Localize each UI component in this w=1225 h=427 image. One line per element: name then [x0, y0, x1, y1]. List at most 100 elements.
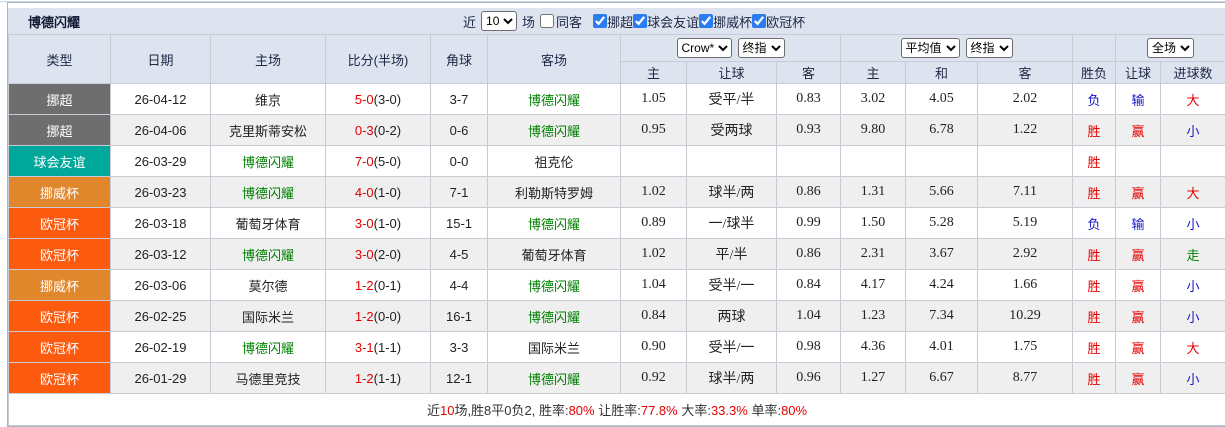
- titlebar: 博德闪耀 近 10 场 同客 挪超球会友谊挪威杯欧冠杯: [8, 8, 1225, 34]
- result-outcome: 胜: [1073, 363, 1116, 394]
- odds-home: 0.89: [621, 208, 687, 239]
- result-handicap-text: 赢: [1132, 279, 1145, 294]
- match-score: 3-0(2-0): [326, 239, 431, 270]
- result-handicap-text: 赢: [1132, 341, 1145, 356]
- away-team[interactable]: 国际米兰: [488, 332, 621, 363]
- match-score: 1-2(0-1): [326, 270, 431, 301]
- home-team[interactable]: 国际米兰: [211, 301, 326, 332]
- result-outcome-text: 负: [1088, 93, 1101, 108]
- away-team[interactable]: 博德闪耀: [488, 363, 621, 394]
- home-team[interactable]: 克里斯蒂安松: [211, 115, 326, 146]
- half-time-score: (1-0): [374, 185, 401, 200]
- avg-home: 1.50: [841, 208, 906, 239]
- match-row: 球会友谊26-03-29博德闪耀7-0(5-0)0-0祖克伦胜: [9, 146, 1225, 177]
- odds-handicap: 两球: [687, 301, 777, 332]
- corner-score: 16-1: [431, 301, 488, 332]
- result-goals: 大: [1161, 177, 1225, 208]
- match-row: 欧冠杯26-01-29马德里竞技1-2(1-1)12-1博德闪耀0.92球半/两…: [9, 363, 1225, 394]
- col-header-avg-home: 主: [841, 62, 906, 84]
- home-team[interactable]: 博德闪耀: [211, 239, 326, 270]
- match-date: 26-03-23: [111, 177, 211, 208]
- result-goals: 走: [1161, 239, 1225, 270]
- avg-away: 10.29: [978, 301, 1073, 332]
- avg-home: [841, 146, 906, 177]
- summary-segment: 近: [427, 403, 440, 418]
- away-team[interactable]: 葡萄牙体育: [488, 239, 621, 270]
- odds-selects-cell: Crow* 终指: [621, 35, 841, 62]
- half-time-score: (0-0): [374, 309, 401, 324]
- result-goals: 小: [1161, 270, 1225, 301]
- home-team[interactable]: 博德闪耀: [211, 332, 326, 363]
- away-team-name: 博德闪耀: [528, 372, 580, 387]
- league-filter-checkbox[interactable]: [633, 14, 647, 28]
- league-filter[interactable]: 欧冠杯: [752, 12, 805, 31]
- avg-source-select[interactable]: 平均值: [901, 38, 960, 58]
- avg-draw: 5.66: [906, 177, 978, 208]
- match-date: 26-04-12: [111, 84, 211, 115]
- result-outcome-text: 胜: [1088, 248, 1101, 263]
- same-away-checkbox[interactable]: [540, 14, 554, 28]
- odds-home: 1.02: [621, 239, 687, 270]
- away-team[interactable]: 祖克伦: [488, 146, 621, 177]
- half-time-score: (1-0): [374, 216, 401, 231]
- league-filter[interactable]: 挪威杯: [699, 12, 752, 31]
- result-goals: [1161, 146, 1225, 177]
- half-time-score: (1-1): [374, 371, 401, 386]
- recent-count-select[interactable]: 10: [481, 11, 517, 31]
- home-team[interactable]: 博德闪耀: [211, 177, 326, 208]
- result-handicap-text: 赢: [1132, 186, 1145, 201]
- home-team-name: 莫尔德: [248, 279, 287, 294]
- home-team-name: 博德闪耀: [242, 248, 294, 263]
- col-header-odds-handicap: 让球: [687, 62, 777, 84]
- avg-time-select[interactable]: 终指: [966, 38, 1013, 58]
- home-team[interactable]: 博德闪耀: [211, 146, 326, 177]
- same-away-toggle[interactable]: 同客: [540, 12, 582, 31]
- match-date: 26-03-06: [111, 270, 211, 301]
- league-badge: 挪超: [9, 84, 111, 115]
- result-outcome-text: 胜: [1088, 279, 1101, 294]
- home-team[interactable]: 莫尔德: [211, 270, 326, 301]
- home-team-name: 马德里竞技: [235, 372, 300, 387]
- odds-handicap: 受平/半: [687, 84, 777, 115]
- home-team[interactable]: 葡萄牙体育: [211, 208, 326, 239]
- home-team-name: 克里斯蒂安松: [229, 124, 307, 139]
- result-outcome: 负: [1073, 84, 1116, 115]
- corner-score: 4-4: [431, 270, 488, 301]
- league-filter-checkbox[interactable]: [699, 14, 713, 28]
- odds-away: 0.96: [777, 363, 841, 394]
- league-filter-label: 挪威杯: [713, 12, 752, 31]
- away-team[interactable]: 博德闪耀: [488, 115, 621, 146]
- home-team-name: 博德闪耀: [242, 186, 294, 201]
- away-team[interactable]: 博德闪耀: [488, 301, 621, 332]
- match-row: 挪威杯26-03-23博德闪耀4-0(1-0)7-1利勒斯特罗姆1.02球半/两…: [9, 177, 1225, 208]
- odds-away: 0.93: [777, 115, 841, 146]
- league-filter-checkbox[interactable]: [752, 14, 766, 28]
- league-filter[interactable]: 挪超: [593, 12, 633, 31]
- odds-away: 0.83: [777, 84, 841, 115]
- result-goals-text: 小: [1187, 372, 1200, 387]
- same-away-label: 同客: [556, 12, 582, 31]
- away-team[interactable]: 博德闪耀: [488, 208, 621, 239]
- league-filter[interactable]: 球会友谊: [633, 12, 699, 31]
- away-team[interactable]: 利勒斯特罗姆: [488, 177, 621, 208]
- avg-draw: 4.24: [906, 270, 978, 301]
- full-time-score: 3-0: [355, 216, 374, 231]
- away-team[interactable]: 博德闪耀: [488, 84, 621, 115]
- away-team-name: 博德闪耀: [528, 124, 580, 139]
- result-outcome: 胜: [1073, 239, 1116, 270]
- result-outcome: 负: [1073, 208, 1116, 239]
- result-goals: 大: [1161, 332, 1225, 363]
- home-team[interactable]: 维京: [211, 84, 326, 115]
- scope-select[interactable]: 全场: [1147, 38, 1194, 58]
- odds-home: 0.90: [621, 332, 687, 363]
- league-filter-label: 欧冠杯: [766, 12, 805, 31]
- odds-home: 0.95: [621, 115, 687, 146]
- corner-score: 7-1: [431, 177, 488, 208]
- league-badge: 挪超: [9, 115, 111, 146]
- odds-home: 1.05: [621, 84, 687, 115]
- league-filter-checkbox[interactable]: [593, 14, 607, 28]
- odds-source-select[interactable]: Crow*: [677, 38, 732, 58]
- odds-time-select[interactable]: 终指: [738, 38, 785, 58]
- home-team[interactable]: 马德里竞技: [211, 363, 326, 394]
- away-team[interactable]: 博德闪耀: [488, 270, 621, 301]
